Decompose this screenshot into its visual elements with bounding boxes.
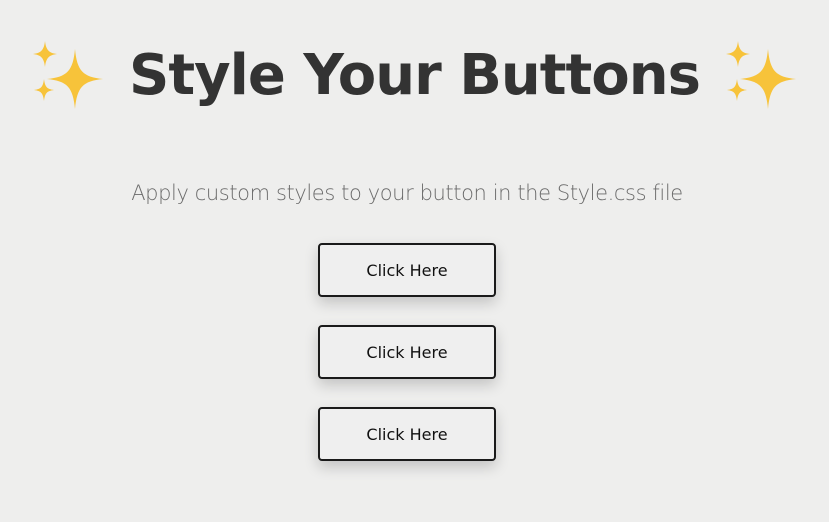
click-here-button-2[interactable]: Click Here — [318, 325, 496, 379]
page-title: Style Your Buttons — [129, 42, 701, 108]
page-header: Style Your Buttons — [0, 30, 829, 120]
sparkles-icon — [722, 39, 800, 111]
page-subtitle: Apply custom styles to your button in th… — [131, 181, 683, 205]
button-group: Click Here Click Here Click Here — [318, 243, 496, 489]
click-here-button-1[interactable]: Click Here — [318, 243, 496, 297]
sparkles-icon — [29, 39, 107, 111]
click-here-button-3[interactable]: Click Here — [318, 407, 496, 461]
